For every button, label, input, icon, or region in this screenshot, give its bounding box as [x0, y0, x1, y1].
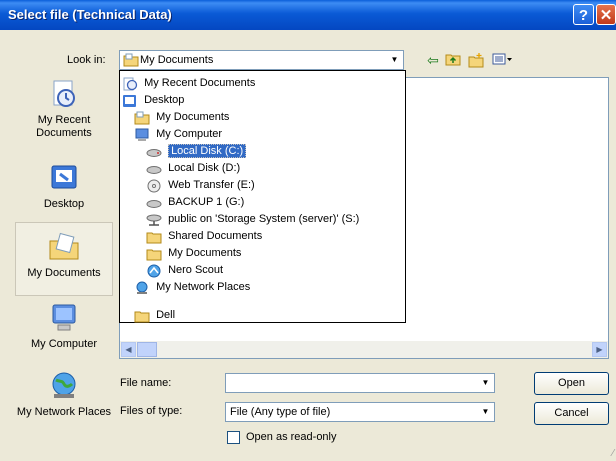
my-documents-icon [48, 231, 80, 263]
computer-icon [134, 128, 150, 142]
new-folder-icon[interactable] [467, 52, 485, 68]
look-in-value: My Documents [140, 54, 214, 66]
toolbar: ⇦ [424, 52, 544, 70]
dropdown-item[interactable]: Shared Documents [146, 228, 262, 245]
file-name-input[interactable]: ▼ [225, 373, 495, 393]
file-list-item[interactable]: Dell [134, 307, 400, 324]
place-label: My Documents [27, 267, 101, 279]
back-arrow-icon[interactable]: ⇦ [424, 52, 442, 68]
help-button[interactable]: ? [573, 4, 594, 25]
look-in-combo[interactable]: My Documents [119, 50, 404, 70]
network-drive-icon [146, 213, 162, 227]
open-button[interactable]: Open [534, 372, 609, 395]
resize-grip-icon[interactable]: ⁄ [612, 448, 614, 459]
place-label: My Recent Documents [36, 114, 92, 139]
dropdown-item[interactable]: Nero Scout [146, 262, 223, 279]
place-label: My Computer [30, 338, 98, 350]
scroll-right-icon[interactable]: ▶ [592, 342, 607, 357]
hard-drive-icon [146, 162, 162, 176]
dropdown-item[interactable]: My Documents [146, 245, 241, 262]
dropdown-item[interactable]: Local Disk (D:) [146, 160, 240, 177]
place-label: Desktop [43, 198, 85, 210]
read-only-label[interactable]: Open as read-only [246, 431, 337, 443]
read-only-checkbox[interactable] [227, 431, 240, 444]
cancel-button[interactable]: Cancel [534, 402, 609, 425]
network-places-icon [134, 281, 150, 295]
scroll-thumb[interactable] [137, 342, 157, 357]
recent-documents-icon [48, 78, 80, 110]
look-in-label: Look in: [67, 54, 106, 66]
my-computer-icon [48, 302, 80, 334]
network-places-icon [48, 370, 80, 402]
dropdown-item[interactable]: Desktop [122, 92, 184, 109]
look-in-dropdown: My Recent Documents Desktop My Documents… [119, 70, 406, 323]
dropdown-item[interactable]: My Computer [134, 126, 222, 143]
dropdown-item[interactable]: Web Transfer (E:) [146, 177, 255, 194]
hard-drive-icon [146, 145, 162, 159]
file-type-select[interactable]: File (Any type of file) ▼ [225, 402, 495, 422]
close-button[interactable]: ✕ [596, 4, 616, 25]
folder-icon [146, 247, 162, 261]
nero-scout-icon [146, 264, 162, 278]
file-type-label: Files of type: [120, 405, 183, 417]
cd-drive-icon [146, 179, 162, 193]
folder-icon [134, 309, 150, 323]
dropdown-item[interactable]: My Network Places [134, 279, 250, 296]
desktop-icon [48, 162, 80, 194]
horizontal-scrollbar[interactable]: ◀ ▶ [120, 341, 608, 358]
chevron-down-icon[interactable]: ▼ [478, 375, 493, 391]
chevron-down-icon[interactable]: ▼ [478, 404, 493, 420]
folder-icon [123, 53, 139, 70]
place-label: My Network Places [16, 406, 112, 418]
chevron-down-icon[interactable] [387, 52, 402, 68]
title-bar[interactable]: Select file (Technical Data) ? ✕ [0, 0, 616, 30]
place-my-documents[interactable]: My Documents [15, 222, 113, 296]
dropdown-item[interactable]: My Documents [134, 109, 229, 126]
desktop-icon [122, 94, 138, 108]
dropdown-item[interactable]: BACKUP 1 (G:) [146, 194, 244, 211]
window-title: Select file (Technical Data) [8, 7, 172, 22]
up-folder-icon[interactable] [444, 52, 462, 68]
folder-icon [134, 111, 150, 125]
file-name-label: File name: [120, 377, 172, 389]
dropdown-item[interactable]: My Recent Documents [122, 75, 255, 92]
dropdown-item[interactable]: public on 'Storage System (server)' (S:) [146, 211, 359, 228]
folder-icon [146, 230, 162, 244]
dropdown-item-selected[interactable]: Local Disk (C:) [146, 143, 247, 160]
place-desktop[interactable]: Desktop [15, 162, 113, 218]
recent-documents-icon [122, 77, 138, 91]
file-dialog-window: Select file (Technical Data) ? ✕ Look in… [0, 0, 616, 461]
scroll-left-icon[interactable]: ◀ [121, 342, 136, 357]
views-menu-icon[interactable] [490, 52, 516, 68]
place-my-computer[interactable]: My Computer [15, 302, 113, 354]
place-my-recent-documents[interactable]: My Recent Documents [15, 78, 113, 156]
place-my-network-places[interactable]: My Network Places [15, 370, 113, 436]
places-bar: My Recent Documents Desktop My Documents… [15, 78, 113, 458]
hard-drive-icon [146, 196, 162, 210]
file-type-value: File (Any type of file) [230, 406, 331, 418]
